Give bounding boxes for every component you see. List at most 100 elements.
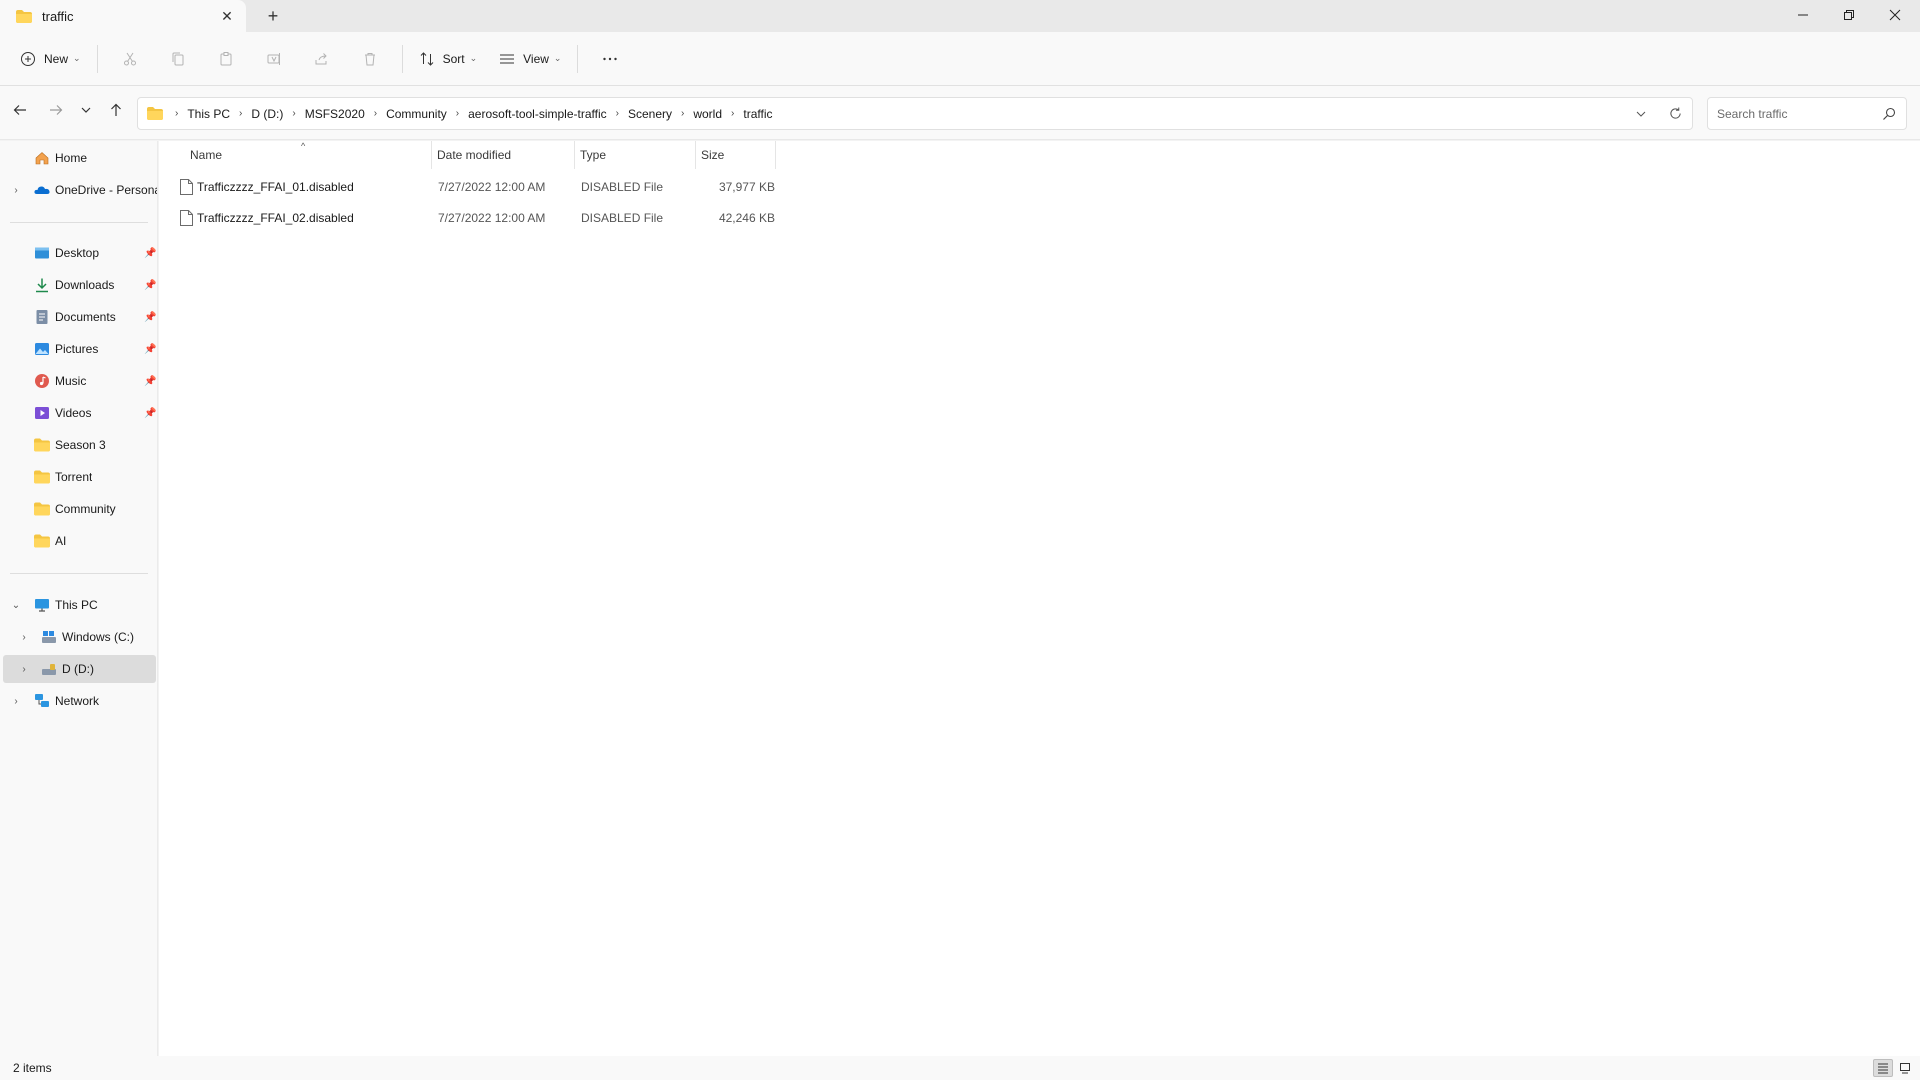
breadcrumb-separator-icon[interactable]: › — [233, 108, 248, 119]
breadcrumb-d-drive[interactable]: D (D:) — [248, 107, 286, 121]
view-label: View — [523, 51, 549, 66]
forward-button[interactable] — [42, 96, 70, 124]
sidebar-item-pictures[interactable]: Pictures 📌 — [3, 335, 156, 363]
breadcrumb-aerosoft-tool[interactable]: aerosoft-tool-simple-traffic — [465, 107, 610, 121]
collapse-chevron-icon[interactable]: ⌄ — [9, 600, 23, 611]
search-icon[interactable] — [1882, 107, 1896, 121]
sidebar-item-label: This PC — [55, 598, 98, 612]
pin-icon[interactable]: 📌 — [144, 312, 156, 323]
folder-icon — [34, 502, 50, 516]
breadcrumb-separator-icon[interactable]: › — [675, 108, 690, 119]
search-box[interactable] — [1707, 97, 1907, 130]
sidebar-item-label: Windows (C:) — [62, 630, 135, 644]
breadcrumb-separator-icon[interactable]: › — [450, 108, 465, 119]
expand-chevron-icon[interactable]: › — [17, 632, 31, 643]
breadcrumb-separator-icon[interactable]: › — [169, 108, 184, 119]
sidebar-item-home[interactable]: Home — [3, 144, 156, 172]
view-button[interactable]: View ⌄ — [491, 42, 569, 76]
breadcrumb-community[interactable]: Community — [383, 107, 450, 121]
back-button[interactable] — [6, 96, 34, 124]
sidebar-item-downloads[interactable]: Downloads 📌 — [3, 271, 156, 299]
sidebar-item-windows-c[interactable]: › Windows (C:) — [3, 623, 156, 651]
column-header-size[interactable]: Size — [695, 141, 775, 169]
tab-close-icon[interactable]: ✕ — [212, 2, 242, 30]
sidebar-item-torrent[interactable]: Torrent — [3, 463, 156, 491]
cut-button[interactable] — [106, 42, 154, 76]
rename-button[interactable] — [250, 42, 298, 76]
paste-button[interactable] — [202, 42, 250, 76]
sidebar-item-label: Pictures — [55, 342, 99, 356]
sidebar-item-documents[interactable]: Documents 📌 — [3, 303, 156, 331]
sidebar-item-onedrive[interactable]: › OneDrive - Persona — [3, 176, 157, 204]
expand-chevron-icon[interactable]: › — [17, 664, 31, 675]
sidebar-item-d-drive[interactable]: › D (D:) — [3, 655, 156, 683]
file-size: 37,977 KB — [718, 180, 775, 194]
close-icon[interactable] — [1872, 0, 1918, 30]
sidebar-item-videos[interactable]: Videos 📌 — [3, 399, 156, 427]
sidebar-item-network[interactable]: › Network — [3, 687, 156, 715]
pin-icon[interactable]: 📌 — [144, 248, 156, 259]
sidebar-item-label: OneDrive - Persona — [55, 183, 157, 197]
search-input[interactable] — [1717, 106, 1877, 121]
breadcrumb-traffic[interactable]: traffic — [740, 107, 775, 121]
address-bar[interactable]: › This PC › D (D:) › MSFS2020 › Communit… — [137, 97, 1693, 130]
sort-button[interactable]: Sort ⌄ — [411, 42, 486, 76]
sidebar-item-community[interactable]: Community — [3, 495, 156, 523]
home-icon — [35, 152, 49, 165]
expand-chevron-icon[interactable]: › — [9, 696, 23, 707]
column-header-name[interactable]: Name — [184, 141, 440, 169]
chevron-down-icon: ⌄ — [469, 53, 478, 63]
details-view-button[interactable] — [1873, 1059, 1893, 1077]
new-button[interactable]: New ⌄ — [12, 42, 89, 76]
sidebar-item-desktop[interactable]: Desktop 📌 — [3, 239, 156, 267]
new-label: New — [44, 51, 69, 66]
item-count: 2 items — [13, 1061, 52, 1075]
network-icon — [35, 694, 49, 707]
refresh-button[interactable] — [1658, 98, 1692, 129]
breadcrumb-world[interactable]: world — [690, 107, 725, 121]
minimize-icon[interactable] — [1780, 0, 1826, 30]
copy-button[interactable] — [154, 42, 202, 76]
table-row[interactable]: Trafficzzzz_FFAI_01.disabled 7/27/2022 1… — [176, 172, 934, 202]
breadcrumb-separator-icon[interactable]: › — [725, 108, 740, 119]
plus-circle-icon — [21, 51, 35, 66]
column-header-date[interactable]: Date modified — [431, 141, 574, 169]
breadcrumb-separator-icon[interactable]: › — [286, 108, 301, 119]
sidebar-item-label: Torrent — [55, 470, 93, 484]
breadcrumb-separator-icon[interactable]: › — [610, 108, 625, 119]
navigation-pane: Home › OneDrive - Persona Desktop 📌 Down… — [0, 141, 158, 1056]
expand-chevron-icon[interactable]: › — [9, 185, 23, 196]
table-row[interactable]: Trafficzzzz_FFAI_02.disabled 7/27/2022 1… — [176, 203, 934, 233]
toolbar-divider — [577, 44, 579, 73]
file-icon — [180, 179, 193, 195]
pin-icon[interactable]: 📌 — [144, 408, 156, 419]
column-header-label: Size — [701, 148, 725, 162]
pin-icon[interactable]: 📌 — [144, 344, 156, 355]
address-history-button[interactable] — [1624, 98, 1658, 129]
restore-icon[interactable] — [1826, 0, 1872, 30]
breadcrumb-scenery[interactable]: Scenery — [625, 107, 675, 121]
sidebar-item-music[interactable]: Music 📌 — [3, 367, 156, 395]
share-button[interactable] — [298, 42, 346, 76]
delete-button[interactable] — [346, 42, 394, 76]
command-bar: New ⌄ Sort ⌄ View ⌄ — [0, 32, 1920, 86]
folder-icon — [16, 9, 32, 23]
tiles-view-button[interactable] — [1895, 1059, 1915, 1077]
sidebar-item-season-3[interactable]: Season 3 — [3, 431, 156, 459]
breadcrumb-this-pc[interactable]: This PC — [184, 107, 233, 121]
pin-icon[interactable]: 📌 — [144, 280, 156, 291]
paste-icon — [220, 51, 232, 65]
sidebar-item-this-pc[interactable]: ⌄ This PC — [3, 591, 156, 619]
breadcrumb-msfs2020[interactable]: MSFS2020 — [302, 107, 368, 121]
breadcrumb-separator-icon[interactable]: › — [368, 108, 383, 119]
recent-locations-button[interactable] — [72, 96, 100, 124]
sidebar-item-ai[interactable]: AI — [3, 527, 156, 555]
column-divider[interactable] — [775, 141, 776, 169]
more-options-button[interactable] — [586, 42, 634, 76]
up-button[interactable] — [102, 96, 130, 124]
new-tab-button[interactable]: + — [258, 2, 288, 30]
sidebar-item-label: Music — [55, 374, 87, 388]
pin-icon[interactable]: 📌 — [144, 376, 156, 387]
tab-traffic[interactable]: traffic ✕ — [0, 0, 246, 32]
column-header-type[interactable]: Type — [574, 141, 695, 169]
